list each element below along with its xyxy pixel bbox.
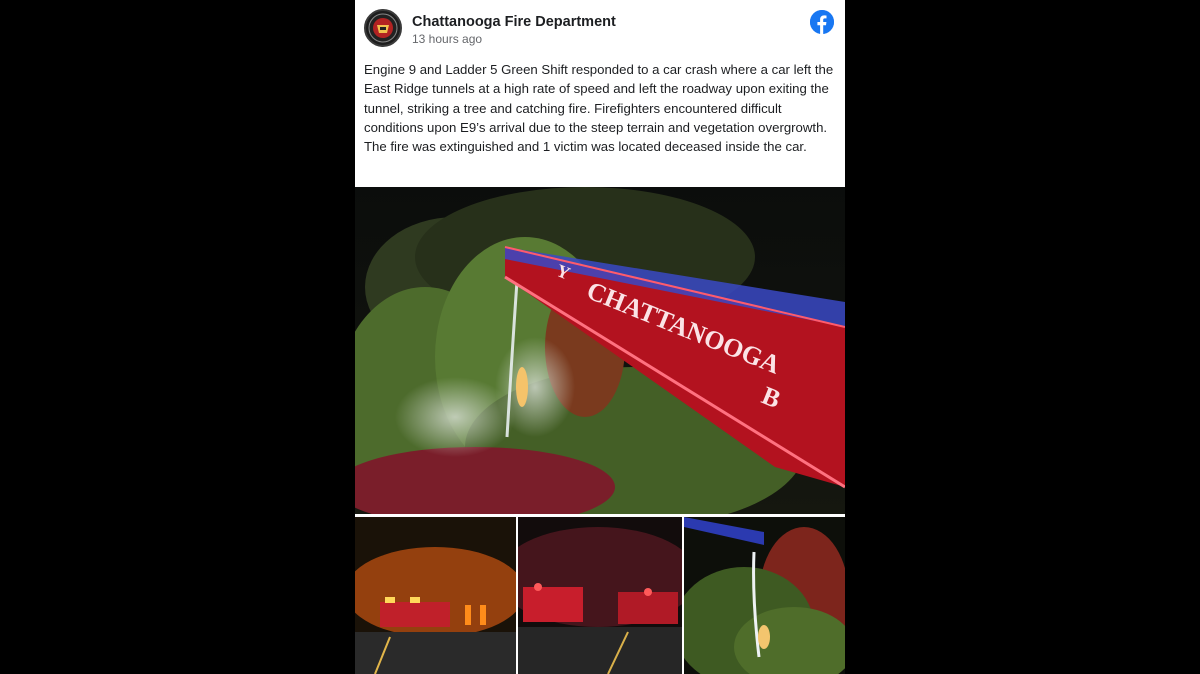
facebook-f-icon bbox=[810, 10, 834, 34]
facebook-post-card: Chattanooga Fire Department 13 hours ago… bbox=[355, 0, 845, 674]
post-timestamp[interactable]: 13 hours ago bbox=[412, 32, 482, 46]
thumbnail-photo-3[interactable] bbox=[684, 517, 845, 674]
post-header: Chattanooga Fire Department 13 hours ago bbox=[355, 0, 845, 52]
page-avatar[interactable] bbox=[364, 9, 402, 47]
facebook-icon[interactable] bbox=[810, 10, 834, 34]
fire-department-badge-icon bbox=[368, 13, 398, 43]
main-photo[interactable]: CHATTANOOGA Y B bbox=[355, 187, 845, 514]
thumbnail-photo-2[interactable] bbox=[518, 517, 682, 674]
thumbnail-photo-1[interactable] bbox=[355, 517, 516, 674]
post-text: Engine 9 and Ladder 5 Green Shift respon… bbox=[364, 62, 834, 155]
page-name-link[interactable]: Chattanooga Fire Department bbox=[412, 14, 616, 30]
